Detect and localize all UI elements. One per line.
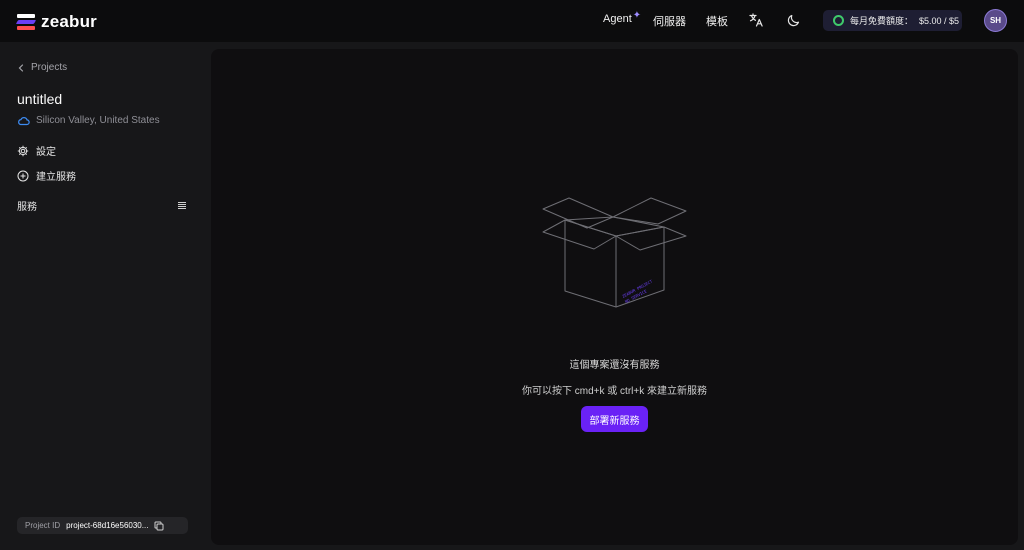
region-label: Silicon Valley, United States (36, 115, 160, 126)
project-id-chip: Project ID project-68d16e56030... (17, 517, 188, 534)
project-sidebar: Projects untitled Silicon Valley, United… (0, 42, 210, 550)
moon-icon[interactable] (786, 12, 802, 28)
credit-label: 每月免費額度： (850, 16, 914, 26)
project-title: untitled (17, 91, 63, 107)
settings-link[interactable]: 設定 (17, 143, 56, 158)
services-section-header: 服務 (17, 198, 187, 213)
project-id-value: project-68d16e56030... (66, 521, 149, 530)
back-to-projects[interactable]: Projects (17, 62, 67, 73)
translate-icon[interactable] (748, 12, 764, 28)
brand-name: zeabur (41, 12, 97, 31)
empty-state-title: 這個專案還沒有服務 (569, 360, 660, 371)
credit-value: $5.00 / $5 (919, 15, 960, 26)
sparkle-icon: ✦ (632, 10, 642, 21)
servers-link[interactable]: 伺服器 (653, 13, 686, 29)
user-avatar[interactable]: SH (984, 9, 1007, 32)
settings-label: 設定 (36, 147, 56, 158)
deploy-service-button[interactable]: 部署新服務 (581, 406, 648, 432)
templates-link[interactable]: 模板 (706, 13, 728, 29)
top-bar: zeabur Agent✦ 伺服器 模板 每月免費額度： $5.00 / $5 … (0, 0, 1024, 42)
chevron-left-icon (18, 63, 24, 72)
plus-circle-icon (17, 170, 29, 181)
credit-ring-icon (833, 15, 844, 26)
empty-state-hint: 你可以按下 cmd+k 或 ctrl+k 來建立新服務 (521, 386, 707, 397)
services-heading: 服務 (17, 202, 37, 213)
project-id-label: Project ID (25, 521, 61, 530)
free-credit-badge[interactable]: 每月免費額度： $5.00 / $5 (823, 10, 962, 31)
cloud-icon (18, 116, 30, 125)
agent-link[interactable]: Agent✦ (603, 10, 642, 25)
zeabur-logo[interactable]: zeabur (15, 12, 97, 32)
services-canvas: ZEABUR PROJECT NO SERVICE 這個專案還沒有服務 你可以按… (211, 49, 1018, 545)
project-region: Silicon Valley, United States (17, 115, 160, 126)
agent-label: Agent (603, 13, 632, 25)
copy-icon[interactable] (154, 521, 164, 531)
create-service-link[interactable]: 建立服務 (17, 168, 76, 183)
back-label: Projects (31, 62, 68, 73)
zeabur-logo-icon (15, 14, 37, 30)
gear-icon (17, 145, 29, 156)
list-icon[interactable] (177, 201, 187, 210)
create-service-label: 建立服務 (36, 172, 76, 183)
empty-box-illustration: ZEABUR PROJECT NO SERVICE (542, 197, 687, 308)
